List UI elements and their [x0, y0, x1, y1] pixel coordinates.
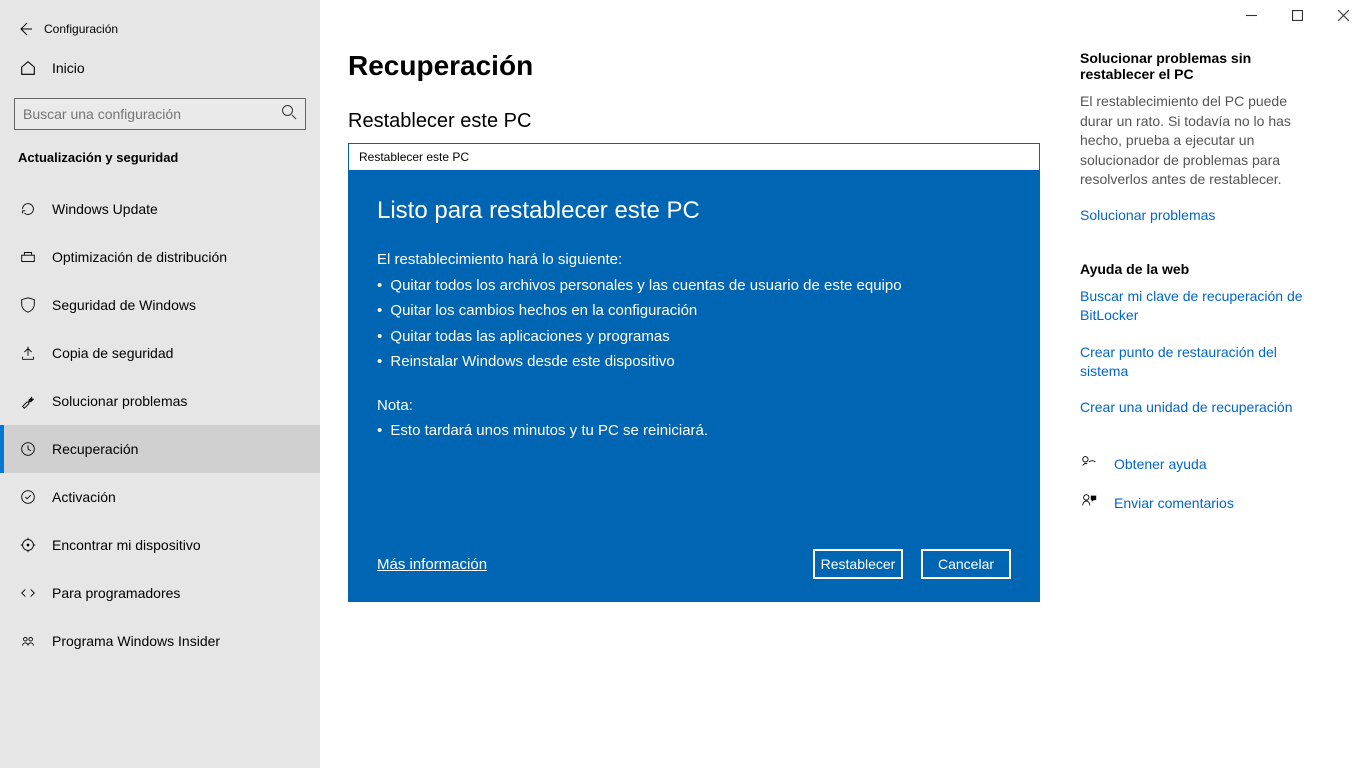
more-info-link[interactable]: Más información — [377, 556, 487, 573]
dialog-point: Quitar todos los archivos personales y l… — [377, 273, 1011, 299]
sidebar-item-home[interactable]: Inicio — [0, 58, 320, 98]
shield-icon — [18, 295, 38, 315]
sidebar-item-label: Windows Update — [52, 201, 158, 217]
cancel-button[interactable]: Cancelar — [921, 549, 1011, 579]
sidebar-item-label: Optimización de distribución — [52, 249, 227, 265]
backup-icon — [18, 343, 38, 363]
sidebar-item-windows-update[interactable]: Windows Update — [0, 185, 320, 233]
sidebar-item-activation[interactable]: Activación — [0, 473, 320, 521]
wrench-icon — [18, 391, 38, 411]
refresh-icon — [18, 199, 38, 219]
dialog-intro: El restablecimiento hará lo siguiente: — [377, 247, 1011, 273]
sidebar-item-label: Copia de seguridad — [52, 345, 173, 361]
sidebar-item-windows-security[interactable]: Seguridad de Windows — [0, 281, 320, 329]
get-help-link[interactable]: Obtener ayuda — [1114, 456, 1207, 472]
dialog-titlebar: Restablecer este PC — [349, 144, 1039, 171]
feedback-row[interactable]: Enviar comentarios — [1080, 492, 1316, 513]
rp-heading-troubleshoot: Solucionar problemas sin restablecer el … — [1080, 50, 1316, 82]
location-icon — [18, 535, 38, 555]
sidebar-item-recovery[interactable]: Recuperación — [0, 425, 320, 473]
search-icon — [281, 104, 297, 125]
search-input-wrapper[interactable] — [14, 98, 306, 130]
sidebar-item-insider[interactable]: Programa Windows Insider — [0, 617, 320, 665]
rp-link-bitlocker[interactable]: Buscar mi clave de recuperación de BitLo… — [1080, 287, 1316, 325]
close-button[interactable] — [1320, 0, 1366, 30]
feedback-icon — [1080, 492, 1102, 513]
app-title: Configuración — [44, 22, 118, 36]
dialog-heading: Listo para restablecer este PC — [377, 197, 1011, 225]
sidebar-item-label: Activación — [52, 489, 116, 505]
sidebar-item-label: Encontrar mi dispositivo — [52, 537, 201, 553]
sidebar-item-find-my-device[interactable]: Encontrar mi dispositivo — [0, 521, 320, 569]
recovery-icon — [18, 439, 38, 459]
sidebar-item-label: Programa Windows Insider — [52, 633, 220, 649]
maximize-button[interactable] — [1274, 0, 1320, 30]
search-input[interactable] — [23, 106, 263, 122]
back-button[interactable] — [10, 14, 40, 44]
section-heading: Restablecer este PC — [348, 110, 1040, 133]
insider-icon — [18, 631, 38, 651]
activation-icon — [18, 487, 38, 507]
feedback-link[interactable]: Enviar comentarios — [1114, 495, 1234, 511]
dialog-point: Quitar los cambios hechos en la configur… — [377, 298, 1011, 324]
rp-text-troubleshoot: El restablecimiento del PC puede durar u… — [1080, 92, 1316, 190]
sidebar-item-backup[interactable]: Copia de seguridad — [0, 329, 320, 377]
sidebar-item-label: Seguridad de Windows — [52, 297, 196, 313]
rp-link-restore-point[interactable]: Crear punto de restauración del sistema — [1080, 343, 1316, 381]
sidebar-item-for-developers[interactable]: Para programadores — [0, 569, 320, 617]
help-icon — [1080, 453, 1102, 474]
dialog-text: El restablecimiento hará lo siguiente: Q… — [377, 247, 1011, 444]
sidebar-item-troubleshoot[interactable]: Solucionar problemas — [0, 377, 320, 425]
sidebar: Configuración Inicio Actualización y seg… — [0, 0, 320, 768]
minimize-button[interactable] — [1228, 0, 1274, 30]
dialog-note-label: Nota: — [377, 393, 1011, 419]
sidebar-home-label: Inicio — [52, 60, 85, 76]
dialog-point: Reinstalar Windows desde este dispositiv… — [377, 349, 1011, 375]
reset-button[interactable]: Restablecer — [813, 549, 903, 579]
developer-icon — [18, 583, 38, 603]
reset-dialog: Restablecer este PC Listo para restablec… — [348, 143, 1040, 602]
right-panel: Solucionar problemas sin restablecer el … — [1070, 0, 1340, 768]
get-help-row[interactable]: Obtener ayuda — [1080, 453, 1316, 474]
home-icon — [18, 58, 38, 78]
page-title: Recuperación — [348, 50, 1040, 82]
rp-heading-webhelp: Ayuda de la web — [1080, 261, 1316, 277]
rp-link-troubleshoot[interactable]: Solucionar problemas — [1080, 206, 1316, 225]
delivery-icon — [18, 247, 38, 267]
dialog-point: Quitar todas las aplicaciones y programa… — [377, 324, 1011, 350]
sidebar-section-label: Actualización y seguridad — [0, 150, 320, 185]
dialog-note-point: Esto tardará unos minutos y tu PC se rei… — [377, 418, 1011, 444]
sidebar-item-label: Para programadores — [52, 585, 180, 601]
main-area: Recuperación Restablecer este PC Restabl… — [320, 0, 1366, 768]
rp-link-recovery-drive[interactable]: Crear una unidad de recuperación — [1080, 398, 1316, 417]
sidebar-item-delivery-optimization[interactable]: Optimización de distribución — [0, 233, 320, 281]
sidebar-item-label: Recuperación — [52, 441, 138, 457]
sidebar-item-label: Solucionar problemas — [52, 393, 187, 409]
